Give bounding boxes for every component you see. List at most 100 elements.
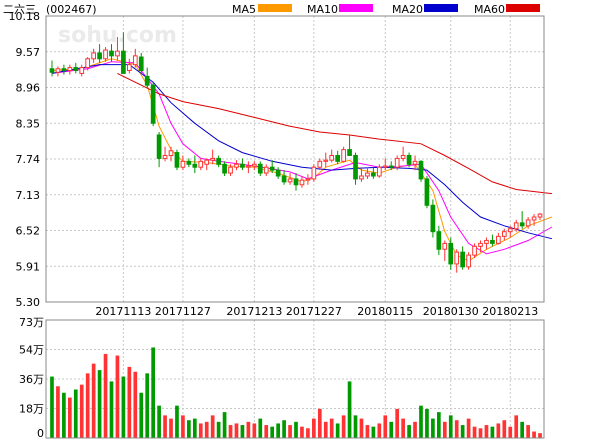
volume-tick-label: 18万 xyxy=(19,403,44,416)
date-tick-label: 20180115 xyxy=(357,305,413,318)
candle xyxy=(156,132,162,168)
volume-bar xyxy=(300,426,304,438)
volume-bar xyxy=(526,425,530,438)
candle xyxy=(448,237,454,270)
ma10-line xyxy=(51,61,553,255)
price-tick-label: 8.35 xyxy=(16,117,41,130)
volume-bar xyxy=(234,423,239,438)
volume-bar xyxy=(163,415,167,438)
volume-bar xyxy=(413,421,417,438)
volume-bar xyxy=(502,420,507,438)
volume-bar xyxy=(103,353,108,438)
candle xyxy=(192,155,198,174)
price-tick-label: 5.30 xyxy=(16,296,41,309)
volume-bar xyxy=(306,428,310,438)
stock-chart: 二六三 (002467) MA5 MA10 MA20 MA60 sohu.com 10… xyxy=(3,3,553,440)
volume-bar xyxy=(353,415,358,438)
price-tick-label: 8.96 xyxy=(16,82,41,95)
candle xyxy=(144,67,150,89)
date-tick-label: 20180130 xyxy=(423,305,479,318)
candle xyxy=(222,161,227,176)
volume-bar xyxy=(258,418,263,438)
volume-bar xyxy=(127,366,132,438)
candle xyxy=(204,158,210,171)
candle xyxy=(240,158,245,171)
volume-bar xyxy=(484,425,489,438)
legend-label-ma60: MA60 xyxy=(474,3,505,16)
candle xyxy=(79,64,85,77)
candle xyxy=(430,199,436,238)
volume-bar xyxy=(532,431,536,438)
legend-swatch-ma10 xyxy=(339,4,373,12)
candle xyxy=(329,149,335,163)
ma20-line xyxy=(51,64,553,240)
volume-bar xyxy=(490,426,495,438)
volume-bar xyxy=(157,405,161,438)
candle xyxy=(412,155,418,171)
volume-bar xyxy=(85,373,90,438)
candle xyxy=(537,212,543,220)
volume-bar xyxy=(222,412,227,438)
legend-swatch-ma5 xyxy=(258,4,292,12)
volume-bar xyxy=(347,381,352,438)
volume-bar xyxy=(181,415,185,438)
volume-bar xyxy=(466,418,471,438)
date-tick-label: 20180213 xyxy=(482,305,538,318)
volume-bar xyxy=(401,418,405,438)
volume-bar xyxy=(448,415,453,438)
candle xyxy=(436,225,442,256)
volume-bar xyxy=(478,428,483,438)
candle xyxy=(251,161,257,171)
candle xyxy=(216,155,221,168)
volume-bar xyxy=(520,421,525,438)
candle xyxy=(168,146,174,162)
candle xyxy=(67,64,73,75)
candle xyxy=(61,64,67,75)
volume-bar xyxy=(431,418,435,438)
volume-bar xyxy=(395,408,400,438)
candle xyxy=(293,173,299,191)
candle xyxy=(49,60,55,77)
volume-bar xyxy=(169,418,173,438)
volume-bar xyxy=(204,421,209,438)
date-tick-label: 20171213 xyxy=(226,305,282,318)
price-tick-label: 6.52 xyxy=(16,225,41,238)
candle xyxy=(281,170,287,185)
volume-tick-label: 54万 xyxy=(19,344,44,357)
price-tick-label: 7.74 xyxy=(16,153,41,166)
date-tick-label: 20171227 xyxy=(286,305,342,318)
candle xyxy=(460,246,465,270)
legend: MA5 MA10 MA20 MA60 xyxy=(232,3,540,16)
volume-bar xyxy=(187,420,191,438)
candle xyxy=(299,175,305,188)
volume-bar xyxy=(264,425,269,438)
volume-bar xyxy=(317,408,322,438)
volume-bar xyxy=(73,389,78,438)
price-tick-label: 5.91 xyxy=(16,260,41,273)
candle xyxy=(103,47,108,62)
volume-bar xyxy=(329,418,334,438)
candle xyxy=(127,58,132,74)
volume-bar xyxy=(514,415,519,438)
volume-bar xyxy=(323,421,328,438)
candle xyxy=(180,155,186,171)
legend-label-ma10: MA10 xyxy=(307,3,338,16)
candle xyxy=(275,167,281,179)
price-tick-label: 10.18 xyxy=(9,10,41,23)
candle xyxy=(519,211,525,229)
volume-bar xyxy=(240,425,245,438)
volume-bar xyxy=(210,415,215,438)
candle xyxy=(466,252,471,270)
candle xyxy=(490,234,495,247)
volume-bar xyxy=(67,397,72,438)
price-tick-label: 9.57 xyxy=(16,46,41,59)
volume-bar xyxy=(228,425,233,438)
volume-bar xyxy=(407,425,411,438)
volume-bar xyxy=(341,415,346,438)
candle xyxy=(198,158,204,171)
volume-bar xyxy=(538,433,542,438)
volume-bar xyxy=(365,425,370,438)
candle xyxy=(418,160,424,182)
volume-bar xyxy=(151,347,156,438)
candle xyxy=(257,161,263,176)
